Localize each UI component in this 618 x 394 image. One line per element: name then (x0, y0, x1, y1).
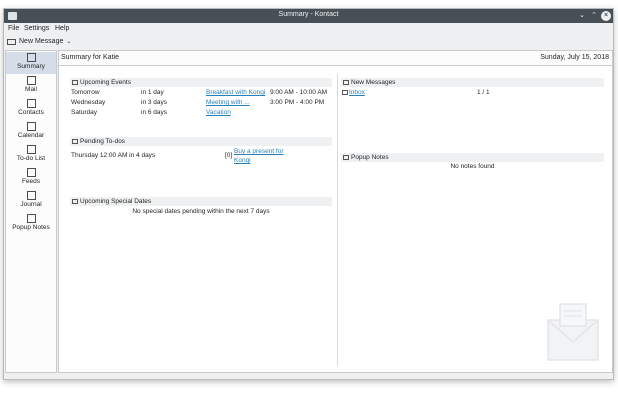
column-divider (337, 74, 338, 366)
new-messages-title: New Messages (351, 79, 396, 86)
summary-icon (26, 53, 36, 62)
popup-notes-title: Popup Notes (351, 154, 389, 161)
kontact-watermark-icon (547, 303, 599, 361)
event-time: 3:00 PM - 4:00 PM (270, 99, 325, 106)
journal-icon (26, 191, 36, 200)
todo-due: Thursday 12:00 AM in 4 days (71, 152, 156, 159)
event-day: Saturday (71, 109, 98, 116)
sidebar-item-summary[interactable]: Summary (6, 52, 56, 74)
sidebar-item-todo-list[interactable]: To-do List (6, 144, 56, 166)
sidebar-item-calendar[interactable]: Calendar (6, 121, 56, 143)
sidebar-item-journal[interactable]: Journal (6, 190, 56, 212)
sidebar-item-label: Calendar (17, 132, 45, 139)
maximize-icon[interactable]: ⌃ (589, 11, 599, 21)
special-dates-title: Upcoming Special Dates (80, 198, 152, 205)
chevron-down-icon[interactable]: ⌄ (66, 38, 71, 45)
close-icon[interactable]: × (601, 11, 611, 21)
special-dates-empty: No special dates pending within the next… (132, 208, 270, 215)
sidebar-item-label: Popup Notes (12, 224, 50, 231)
event-link[interactable]: Breakfast with Kongi (206, 89, 265, 96)
summary-view: Summary for Katie Sunday, July 15, 2018 … (58, 50, 613, 373)
sidebar-item-label: Journal (20, 201, 42, 208)
sidebar-item-label: To-do List (16, 155, 46, 162)
folder-icon (342, 90, 348, 95)
kontact-window: Summary - Kontact ⌄ ⌃ × File Settings He… (3, 8, 614, 380)
summary-date: Sunday, July 15, 2018 (540, 54, 609, 61)
new-message-button[interactable]: New Message ⌄ (7, 37, 71, 46)
sidebar-item-contacts[interactable]: Contacts (6, 98, 56, 120)
sidebar: Summary Mail Contacts Calendar To-do Lis… (5, 50, 57, 373)
window-title: Summary - Kontact (278, 11, 339, 18)
event-link[interactable]: Meeting with ... (206, 99, 250, 106)
sidebar-item-popup-notes[interactable]: Popup Notes (6, 213, 56, 235)
calendar-icon (26, 122, 36, 131)
pending-todos-title: Pending To-dos (80, 138, 126, 145)
menu-help[interactable]: Help (55, 25, 69, 32)
sidebar-item-label: Mail (25, 86, 37, 93)
todo-link-continued[interactable]: Kongi (234, 157, 251, 164)
event-when: in 3 days (141, 99, 168, 106)
menu-file[interactable]: File (8, 25, 19, 32)
event-day: Wednesday (71, 99, 106, 106)
mail-icon (343, 80, 349, 85)
new-message-label: New Message (19, 38, 64, 45)
popup-notes-empty: No notes found (450, 163, 495, 170)
special-dates-header: Upcoming Special Dates (70, 197, 332, 206)
event-when: in 1 day (141, 89, 164, 96)
popup-notes-icon (26, 214, 36, 223)
todo-icon (72, 139, 78, 144)
menu-settings[interactable]: Settings (24, 25, 49, 32)
sidebar-item-label: Feeds (21, 178, 41, 185)
popup-notes-header: Popup Notes (341, 153, 604, 162)
event-time: 9:00 AM - 10:00 AM (270, 89, 328, 96)
title-bar[interactable]: Summary - Kontact ⌄ ⌃ × (4, 9, 613, 23)
new-mail-icon (7, 38, 16, 45)
inbox-count: 1 / 1 (477, 89, 490, 96)
event-link[interactable]: Vacation (206, 109, 231, 116)
sidebar-item-feeds[interactable]: Feeds (6, 167, 56, 189)
sidebar-item-label: Summary (17, 63, 45, 70)
menu-bar: File Settings Help (4, 23, 613, 35)
todo-icon (26, 145, 36, 154)
sidebar-item-label: Contacts (18, 109, 44, 116)
minimize-icon[interactable]: ⌄ (577, 11, 587, 21)
toolbar: New Message ⌄ (4, 35, 613, 48)
contacts-icon (26, 99, 36, 108)
todo-priority: [0] (225, 152, 233, 159)
calendar-icon (72, 199, 78, 204)
feeds-icon (26, 168, 36, 177)
event-day: Tomorrow (71, 89, 100, 96)
calendar-icon (72, 80, 78, 85)
upcoming-events-header: Upcoming Events (70, 78, 332, 87)
todo-link[interactable]: Buy a present for (234, 148, 284, 155)
upcoming-events-title: Upcoming Events (80, 79, 131, 86)
event-when: in 6 days (141, 109, 168, 116)
summary-heading: Summary for Katie (61, 54, 119, 61)
inbox-link[interactable]: Inbox (349, 89, 365, 96)
new-messages-header: New Messages (341, 78, 604, 87)
popup-notes-icon (343, 155, 349, 160)
sidebar-item-mail[interactable]: Mail (6, 75, 56, 97)
summary-header: Summary for Katie Sunday, July 15, 2018 (59, 51, 612, 66)
pending-todos-header: Pending To-dos (70, 137, 332, 146)
mail-icon (26, 76, 36, 85)
